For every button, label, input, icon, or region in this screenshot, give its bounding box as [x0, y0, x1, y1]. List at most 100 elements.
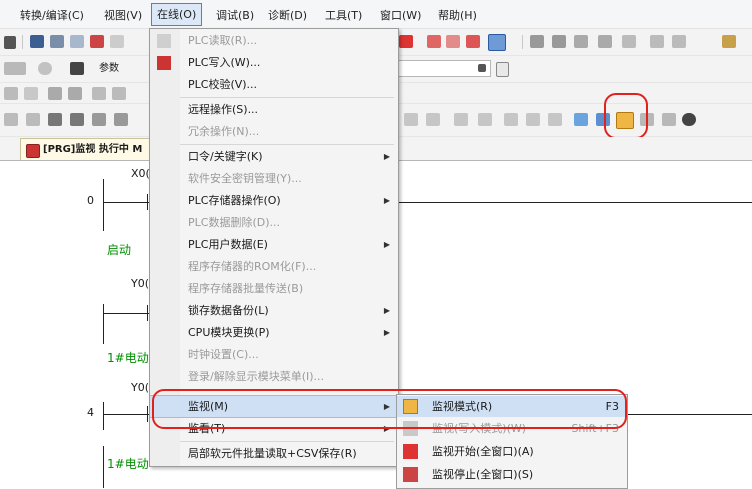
tool-d-icon[interactable] [478, 113, 492, 126]
ladder-coil-icon[interactable] [574, 35, 588, 48]
submenu-arrow-icon: ▶ [383, 152, 390, 161]
menu-tools[interactable]: 工具(T) [325, 7, 362, 23]
menu-item-local-device-csv[interactable]: 局部软元件批量读取+CSV保存(R) [150, 443, 398, 465]
list-icon[interactable] [4, 87, 18, 100]
menu-item-remote-operation[interactable]: 远程操作(S)... [150, 99, 398, 121]
copy-icon[interactable] [50, 35, 64, 48]
percent-icon[interactable] [48, 87, 62, 100]
menu-convert[interactable]: 转换/编译(C) [20, 7, 84, 23]
cf10-icon[interactable] [26, 113, 40, 126]
monitor-stop-icon[interactable] [682, 113, 696, 126]
dropdown-icon[interactable] [4, 36, 16, 49]
menu-item-security-key[interactable]: 软件安全密钥管理(Y)... [150, 168, 398, 190]
ladder-falling-icon[interactable] [672, 35, 686, 48]
grid-icon[interactable] [92, 87, 106, 100]
cut-icon[interactable] [30, 35, 44, 48]
sf7-icon[interactable] [48, 113, 62, 126]
menu-diagnostics[interactable]: 诊断(D) [268, 7, 307, 23]
f9-icon[interactable] [4, 113, 18, 126]
highlight-oval-toolbar [604, 93, 648, 139]
menu-item-plc-verify[interactable]: PLC校验(V)... [150, 74, 398, 96]
ladder-contact-icon[interactable] [530, 35, 544, 48]
menu-bar: 转换/编译(C) 视图(V) 在线(O) 调试(B) 诊断(D) 工具(T) 窗… [0, 0, 752, 29]
ladder-program-icon [26, 144, 40, 158]
menu-view[interactable]: 视图(V) [104, 7, 142, 23]
plc-read-icon [157, 34, 171, 48]
menu-separator [180, 97, 394, 98]
menu-item-plc-write[interactable]: PLC写入(W)... [150, 52, 398, 74]
read-plc-icon[interactable] [446, 35, 460, 48]
device-comment: 启动 [107, 243, 132, 257]
menu-item-plc-user-data[interactable]: PLC用户数据(E) ▶ [150, 234, 398, 256]
overflow-icon[interactable] [722, 35, 736, 48]
submenu-arrow-icon: ▶ [383, 328, 390, 337]
rung-number: 4 [87, 406, 94, 419]
menu-item-password[interactable]: 口令/关键字(K) ▶ [150, 146, 398, 168]
menu-separator [180, 441, 394, 442]
menu-item-batch-transfer[interactable]: 程序存储器批量传送(B) [150, 278, 398, 300]
monitor-start-icon[interactable] [662, 113, 676, 126]
contact-label: Y0( [131, 277, 150, 290]
verify-icon[interactable] [466, 35, 480, 48]
ladder-rising-icon[interactable] [650, 35, 664, 48]
contact-label: Y0( [131, 381, 150, 394]
chevron-down-icon[interactable] [478, 64, 486, 72]
menu-window[interactable]: 窗口(W) [380, 7, 421, 23]
menu-item-display-module[interactable]: 登录/解除显示模块菜单(I)... [150, 366, 398, 388]
device-icon[interactable] [399, 35, 413, 48]
af8-icon[interactable] [114, 113, 128, 126]
device-comment: 1#电动 [107, 351, 149, 365]
contact-label: X0( [131, 167, 150, 180]
help-icon[interactable] [38, 62, 52, 75]
redo-icon[interactable] [110, 35, 124, 48]
menu-item-cpu-replace[interactable]: CPU模块更换(P) ▶ [150, 322, 398, 344]
tool-g-icon[interactable] [548, 113, 562, 126]
submenu-arrow-icon: ▶ [383, 240, 390, 249]
menu-item-redundant-operation[interactable]: 冗余操作(N)... [150, 121, 398, 143]
menu-online[interactable]: 在线(O) [151, 3, 203, 26]
submenu-arrow-icon: ▶ [383, 196, 390, 205]
menu-item-plc-data-delete[interactable]: PLC数据删除(D)... [150, 212, 398, 234]
toolbar-separator [22, 35, 23, 49]
af7-icon[interactable] [92, 113, 106, 126]
menu-item-plc-read[interactable]: PLC读取(R)... [150, 30, 398, 52]
menu-item-rom-write[interactable]: 程序存储器的ROM化(F)... [150, 256, 398, 278]
plc-write-icon [157, 56, 171, 70]
table-icon[interactable] [24, 87, 38, 100]
monitor-start-icon [403, 444, 418, 459]
submenu-item-monitor-start-all[interactable]: 监视开始(全窗口)(A) [397, 441, 627, 462]
monitor-stop-icon [403, 467, 418, 482]
ladder-line-icon[interactable] [622, 35, 636, 48]
tool-f-icon[interactable] [526, 113, 540, 126]
ladder-function-icon[interactable] [598, 35, 612, 48]
parameter-combo[interactable]: 参数 [96, 60, 148, 77]
grid-alt-icon[interactable] [112, 87, 126, 100]
menu-separator [180, 144, 394, 145]
submenu-arrow-icon: ▶ [383, 306, 390, 315]
device-comment: 1#电动 [107, 457, 149, 471]
tool-h-icon[interactable] [574, 113, 588, 126]
binoculars-icon[interactable] [70, 62, 84, 75]
page-icon[interactable] [496, 62, 509, 77]
tool-b-icon[interactable] [426, 113, 440, 126]
submenu-item-monitor-stop-all[interactable]: 监视停止(全窗口)(S) [397, 464, 627, 485]
menu-debug[interactable]: 调试(B) [216, 7, 254, 23]
tool-a-icon[interactable] [404, 113, 418, 126]
menu-item-plc-memory[interactable]: PLC存储器操作(O) ▶ [150, 190, 398, 212]
ladder-contact-nc-icon[interactable] [552, 35, 566, 48]
rung-number: 0 [87, 194, 94, 207]
paste-icon[interactable] [70, 35, 84, 48]
write-plc-icon[interactable] [427, 35, 441, 48]
tab-label: [PRG]监视 执行中 M [43, 144, 143, 155]
tool-e-icon[interactable] [504, 113, 518, 126]
monitor-window-icon[interactable] [488, 34, 506, 51]
tab-program-monitor[interactable]: [PRG]监视 执行中 M [20, 138, 157, 160]
tool-c-icon[interactable] [454, 113, 468, 126]
menu-item-latch-backup[interactable]: 锁存数据备份(L) ▶ [150, 300, 398, 322]
undo-icon[interactable] [90, 35, 104, 48]
filter-icon[interactable] [4, 62, 26, 75]
sf8-icon[interactable] [70, 113, 84, 126]
menu-item-clock-setting[interactable]: 时钟设置(C)... [150, 344, 398, 366]
menu-help[interactable]: 帮助(H) [438, 7, 477, 23]
percent-alt-icon[interactable] [68, 87, 82, 100]
